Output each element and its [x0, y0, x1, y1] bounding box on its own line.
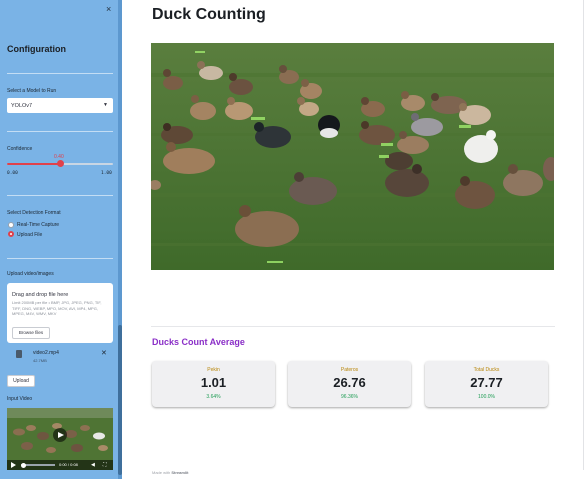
upload-label: Upload video/images [7, 271, 54, 277]
slider-min: 0.00 [7, 171, 18, 176]
duck-image-art [151, 43, 554, 270]
metric-percent: 3.64% [206, 394, 221, 400]
page-title: Duck Counting [152, 6, 266, 23]
file-name: video2.mp4 [33, 350, 59, 356]
section-divider [151, 326, 555, 327]
metric-value: 1.01 [200, 375, 227, 390]
slider-max: 1.00 [101, 171, 112, 176]
metric-label: Pekin [207, 367, 220, 373]
divider [7, 195, 113, 196]
model-select-value: YOLOv7 [11, 103, 33, 109]
close-icon[interactable]: × [106, 4, 111, 14]
slider-thumb[interactable] [56, 160, 64, 167]
play-icon[interactable] [11, 462, 16, 468]
radio-upload-file[interactable] [8, 231, 14, 237]
sidebar: × Configuration Select a Model to Run YO… [0, 0, 122, 479]
metric-value: 27.77 [470, 375, 503, 390]
metric-percent: 96.36% [341, 394, 358, 400]
input-video-player[interactable]: 0:00 / 0:08 ◀ ⛶ [7, 408, 113, 470]
duck-image [151, 43, 554, 270]
model-label: Select a Model to Run [7, 88, 57, 94]
footer-prefix: Made with [152, 470, 171, 475]
file-size: 42.7MB [33, 358, 47, 363]
divider [7, 258, 113, 259]
app: × Configuration Select a Model to Run YO… [0, 0, 585, 479]
video-time: 0:00 / 0:08 [59, 462, 78, 467]
section-title: Ducks Count Average [152, 337, 245, 347]
metric-percent: 100.0% [478, 394, 495, 400]
close-icon[interactable]: ✕ [101, 349, 107, 357]
metric-card-pateros: Pateros 26.76 96.36% [288, 361, 411, 407]
file-icon [16, 350, 22, 358]
slider-fill [7, 163, 60, 165]
footer: Made with Streamlit [152, 470, 188, 475]
sidebar-scrollbar[interactable] [118, 0, 122, 479]
metric-label: Total Ducks [473, 367, 500, 373]
metric-card-pekin: Pekin 1.01 3.64% [152, 361, 275, 407]
footer-brand-link[interactable]: Streamlit [171, 470, 188, 475]
sidebar-title: Configuration [7, 44, 66, 54]
metric-label: Pateros [340, 367, 359, 373]
play-icon[interactable] [53, 428, 67, 442]
metric-value: 26.76 [333, 375, 366, 390]
divider [7, 73, 113, 74]
model-select[interactable]: YOLOv7 ▼ [7, 98, 113, 113]
volume-icon[interactable]: ◀ [91, 462, 95, 468]
upload-button[interactable]: Upload [7, 375, 35, 387]
confidence-slider[interactable] [7, 160, 113, 167]
uploaded-file: video2.mp4 42.7MB ✕ [7, 347, 113, 367]
video-progress[interactable] [21, 462, 55, 468]
metric-card-total-ducks: Total Ducks 27.77 100.0% [425, 361, 548, 407]
video-progress-handle[interactable] [21, 462, 26, 468]
radio-real-time[interactable] [8, 222, 14, 228]
detection-label: Select Detection Format [7, 210, 61, 216]
fullscreen-icon[interactable]: ⛶ [103, 462, 107, 468]
divider [7, 131, 113, 132]
browse-files-button[interactable]: Browse files [12, 327, 50, 339]
confidence-label: Confidence [7, 146, 33, 152]
input-video-label: Input Video [7, 396, 33, 402]
page-edge [583, 0, 584, 470]
radio-real-time-label: Real-Time Capture [17, 222, 60, 228]
scrollbar-thumb[interactable] [118, 325, 122, 475]
dropzone-limits: Limit 200MB per file • BMP, JPG, JPEG, P… [12, 300, 102, 316]
file-dropzone[interactable]: Drag and drop file here Limit 200MB per … [7, 283, 113, 343]
radio-upload-file-label: Upload File [17, 232, 43, 238]
chevron-down-icon: ▼ [103, 102, 108, 108]
video-controls: 0:00 / 0:08 ◀ ⛶ [7, 460, 113, 470]
dropzone-title: Drag and drop file here [12, 292, 69, 298]
